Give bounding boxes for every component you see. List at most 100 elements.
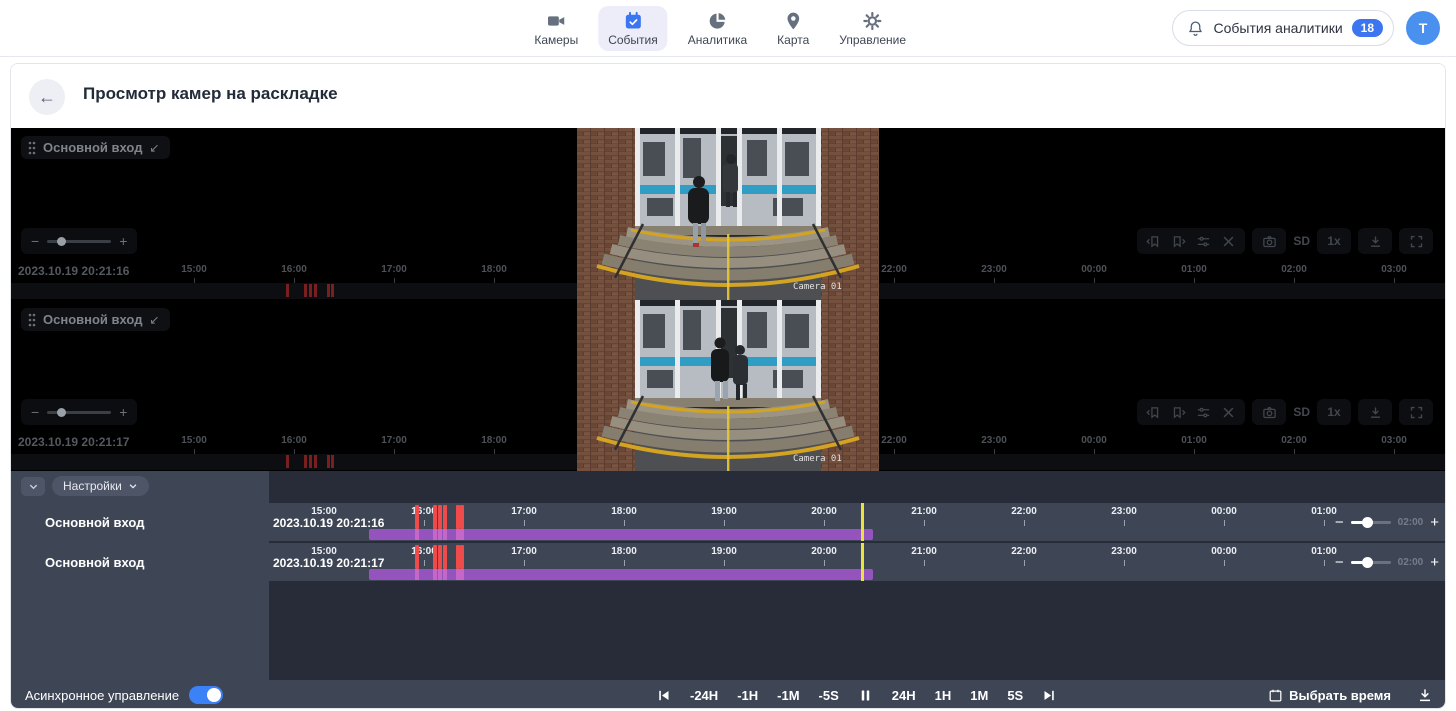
tick-label: 00:00 <box>1211 506 1237 517</box>
zoom-slider[interactable] <box>47 411 111 414</box>
tick-mark <box>524 520 525 526</box>
skip-end-button[interactable] <box>1042 688 1057 703</box>
seek-forward-button-5s[interactable]: 5S <box>1007 688 1023 703</box>
tick-mark <box>1224 560 1225 566</box>
playhead[interactable] <box>861 503 864 541</box>
minimize-icon[interactable]: ↙ <box>149 141 159 155</box>
tick-label: 19:00 <box>711 546 737 557</box>
select-time-button[interactable]: Выбрать время <box>1262 687 1397 704</box>
snapshot-button[interactable] <box>1252 399 1286 425</box>
zoom-slider[interactable] <box>47 240 111 243</box>
close-icon[interactable] <box>1221 405 1236 420</box>
video-zoom-control: − + <box>21 228 137 254</box>
fullscreen-button[interactable] <box>1399 399 1433 425</box>
prev-bookmark-icon[interactable] <box>1146 234 1161 249</box>
seek-back-button--1h[interactable]: -1H <box>737 688 758 703</box>
skip-start-button[interactable] <box>656 688 671 703</box>
camera-video-frame[interactable]: Camera 01 <box>577 300 879 471</box>
zoom-out-button[interactable]: − <box>1335 515 1344 530</box>
event-segment <box>415 569 419 580</box>
download-icon <box>1368 234 1383 249</box>
camera-video-frame[interactable]: Camera 01 <box>577 128 879 300</box>
nav-item-analytics[interactable]: Аналитика <box>678 6 757 51</box>
filters-icon[interactable] <box>1196 234 1211 249</box>
tick-mark <box>524 560 525 566</box>
tick-mark <box>1324 560 1325 566</box>
prev-bookmark-icon[interactable] <box>1146 405 1161 420</box>
timeline-row[interactable]: 15:0016:0017:0018:0019:0020:0021:0022:00… <box>269 503 1446 541</box>
close-icon[interactable] <box>1221 234 1236 249</box>
tick-label: 17:00 <box>381 435 407 446</box>
video-zoom-control: − + <box>21 399 137 425</box>
zoom-slider[interactable] <box>1351 521 1391 524</box>
tick-mark <box>424 520 425 526</box>
settings-dropdown[interactable]: Настройки <box>52 476 149 496</box>
timeline-row-name: Основной вход <box>45 511 144 535</box>
filters-icon[interactable] <box>1196 405 1211 420</box>
quality-button[interactable]: SD <box>1293 405 1310 419</box>
tick-label: 01:00 <box>1311 506 1337 517</box>
zoom-in-button[interactable]: + <box>1430 515 1439 530</box>
zoom-out-button[interactable]: − <box>31 405 39 419</box>
async-toggle[interactable] <box>189 686 223 704</box>
seek-forward-button-24h[interactable]: 24H <box>892 688 916 703</box>
bookmark-tools-group <box>1137 399 1245 425</box>
seek-back-button--5s[interactable]: -5S <box>819 688 839 703</box>
camera-panel-header: Основной вход ↙ <box>21 136 170 159</box>
tick-mark <box>724 560 725 566</box>
next-bookmark-icon[interactable] <box>1171 405 1186 420</box>
tick-label: 02:00 <box>1281 435 1307 446</box>
zoom-in-button[interactable]: + <box>119 234 127 248</box>
next-bookmark-icon[interactable] <box>1171 234 1186 249</box>
zoom-out-button[interactable]: − <box>1335 555 1344 570</box>
zoom-out-button[interactable]: − <box>31 234 39 248</box>
drag-handle-icon[interactable] <box>28 141 36 155</box>
seek-back-button--24h[interactable]: -24H <box>690 688 718 703</box>
zoom-in-button[interactable]: + <box>1430 555 1439 570</box>
zoom-slider-knob[interactable] <box>57 408 66 417</box>
recording-bar[interactable] <box>369 529 873 540</box>
analytics-events-label: События аналитики <box>1213 20 1342 36</box>
minimize-icon[interactable]: ↙ <box>149 313 159 327</box>
event-mark <box>304 455 307 468</box>
timeline-row[interactable]: 15:0016:0017:0018:0019:0020:0021:0022:00… <box>269 543 1446 581</box>
nav-item-cameras[interactable]: Камеры <box>524 6 588 51</box>
fullscreen-button[interactable] <box>1399 228 1433 254</box>
zoom-slider-knob[interactable] <box>57 237 66 246</box>
nav-item-map[interactable]: Карта <box>767 6 819 51</box>
nav-item-events[interactable]: События <box>598 6 668 51</box>
seek-forward-button-1h[interactable]: 1H <box>935 688 952 703</box>
speed-button[interactable]: 1x <box>1317 228 1351 254</box>
seek-forward-button-1m[interactable]: 1M <box>970 688 988 703</box>
topbar-right: События аналитики 18 T <box>1172 0 1440 56</box>
tick-mark <box>1224 520 1225 526</box>
avatar[interactable]: T <box>1406 11 1440 45</box>
tick-label: 17:00 <box>511 506 537 517</box>
download-button[interactable] <box>1358 399 1392 425</box>
nav-item-management[interactable]: Управление <box>829 6 916 51</box>
nav-item-label: События <box>608 33 658 47</box>
speed-button[interactable]: 1x <box>1317 399 1351 425</box>
drag-handle-icon[interactable] <box>28 313 36 327</box>
app: Камеры События Аналитика Карта Управлени… <box>0 0 1456 711</box>
layout-view-card: ← Просмотр камер на раскладке <box>10 63 1446 709</box>
timeline-row-name: Основной вход <box>45 551 144 575</box>
tick-label: 00:00 <box>1211 546 1237 557</box>
back-button[interactable]: ← <box>29 79 65 115</box>
snapshot-button[interactable] <box>1252 228 1286 254</box>
pause-button[interactable] <box>858 688 873 703</box>
playhead[interactable] <box>861 543 864 581</box>
export-button[interactable] <box>1417 687 1433 703</box>
zoom-slider[interactable] <box>1351 561 1391 564</box>
collapse-panel-button[interactable] <box>21 477 45 496</box>
event-mark <box>331 455 334 468</box>
recording-bar[interactable] <box>369 569 873 580</box>
seek-back-button--1m[interactable]: -1M <box>777 688 799 703</box>
zoom-slider-knob[interactable] <box>1362 557 1373 568</box>
analytics-events-button[interactable]: События аналитики 18 <box>1172 10 1394 46</box>
download-button[interactable] <box>1358 228 1392 254</box>
quality-button[interactable]: SD <box>1293 234 1310 248</box>
zoom-in-button[interactable]: + <box>119 405 127 419</box>
tick-mark <box>1324 520 1325 526</box>
zoom-slider-knob[interactable] <box>1362 517 1373 528</box>
